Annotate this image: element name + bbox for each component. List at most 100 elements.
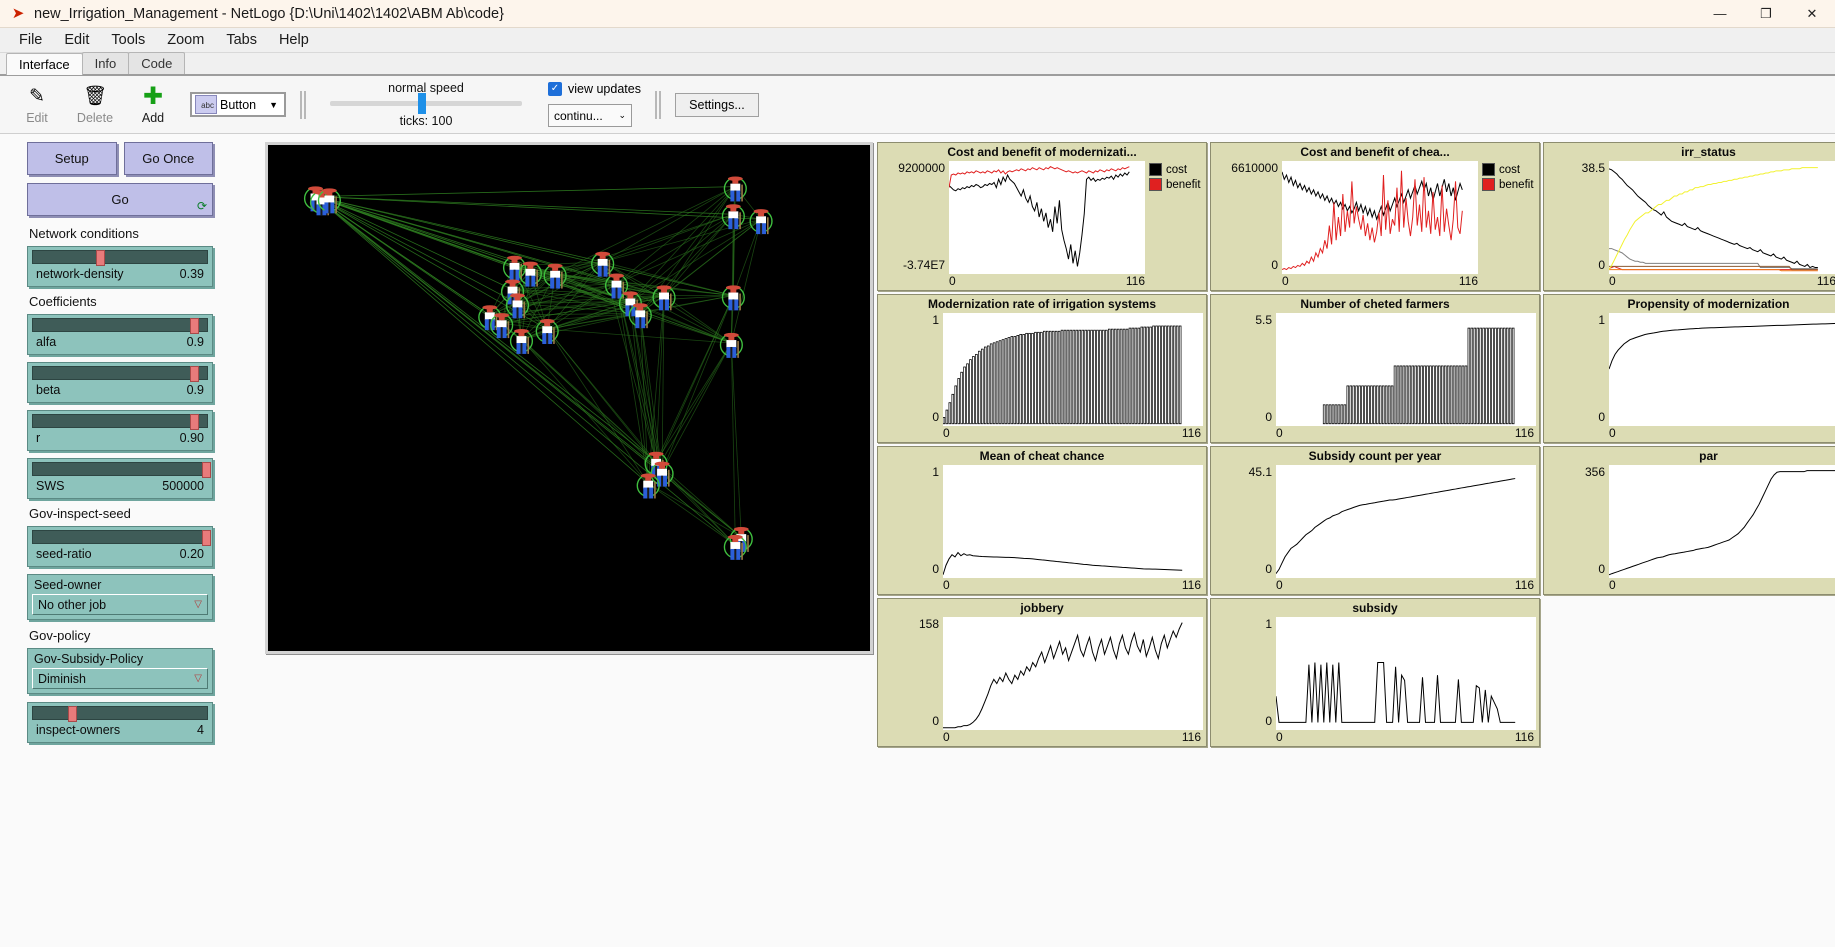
slider-thumb[interactable] (202, 530, 211, 546)
slider-track[interactable] (32, 366, 208, 380)
slider-thumb[interactable] (190, 318, 199, 334)
maximize-button[interactable]: ❐ (1743, 0, 1789, 28)
slider-thumb[interactable] (190, 366, 199, 382)
setup-go-row: Setup Go Once (27, 142, 213, 175)
slider-thumb[interactable] (190, 414, 199, 430)
slider-readout: network-density 0.39 (32, 264, 208, 281)
slider-track[interactable] (32, 462, 208, 476)
x-axis-max-label: 116 (1182, 730, 1201, 745)
plot-widget[interactable]: Modernization rate of irrigation systems… (877, 294, 1207, 443)
menu-zoom[interactable]: Zoom (156, 30, 215, 50)
slider-name: SWS (36, 479, 64, 493)
chevron-down-icon: ▽ (194, 599, 202, 610)
plot-widget[interactable]: par35600116 (1543, 446, 1835, 595)
plot-y-axis: 1580 (881, 617, 943, 730)
tab-code[interactable]: Code (128, 52, 185, 74)
slider-seed-ratio[interactable]: seed-ratio 0.20 (27, 526, 213, 567)
y-axis-min-label: 0 (932, 562, 939, 576)
menu-bar: File Edit Tools Zoom Tabs Help (0, 28, 1835, 53)
slider-thumb[interactable] (96, 250, 105, 266)
network-graph (268, 145, 870, 652)
y-axis-max-label: 5.5 (1255, 313, 1272, 327)
add-tool-label: Add (142, 111, 164, 125)
speed-slider[interactable] (330, 101, 522, 106)
x-axis-min-label: 0 (1609, 274, 1616, 289)
plot-widget[interactable]: Number of cheted farmers5.500116 (1210, 294, 1540, 443)
slider-track[interactable] (32, 250, 208, 264)
plot-legend: costbenefit (1478, 161, 1536, 274)
menu-file[interactable]: File (8, 30, 53, 50)
chooser-value: Diminish (38, 672, 86, 686)
update-mode-dropdown[interactable]: continu... ⌄ (548, 104, 632, 127)
slider-r[interactable]: r 0.90 (27, 410, 213, 451)
chooser-value-box[interactable]: No other job ▽ (32, 594, 208, 615)
edit-tool-button[interactable]: ✎ Edit (8, 84, 66, 125)
slider-network-density[interactable]: network-density 0.39 (27, 246, 213, 287)
plot-body: 10 (1214, 617, 1536, 730)
plot-widget[interactable]: Subsidy count per year45.100116 (1210, 446, 1540, 595)
minimize-button[interactable]: — (1697, 0, 1743, 28)
plot-y-axis: 45.10 (1214, 465, 1276, 578)
plot-y-axis: 10 (1214, 617, 1276, 730)
slider-sws[interactable]: SWS 500000 (27, 458, 213, 499)
slider-beta[interactable]: beta 0.9 (27, 362, 213, 403)
plot-x-axis: 0116 (1547, 426, 1835, 441)
chooser-value-box[interactable]: Diminish ▽ (32, 668, 208, 689)
y-axis-max-label: 45.1 (1249, 465, 1272, 479)
plot-widget[interactable]: jobbery15800116 (877, 598, 1207, 747)
x-axis-max-label: 116 (1817, 274, 1835, 289)
slider-readout: seed-ratio 0.20 (32, 544, 208, 561)
slider-track[interactable] (32, 706, 208, 720)
plot-canvas (943, 313, 1203, 426)
plot-widget[interactable]: Mean of cheat chance100116 (877, 446, 1207, 595)
plot-widget[interactable]: subsidy100116 (1210, 598, 1540, 747)
plot-y-axis: 5.50 (1214, 313, 1276, 426)
plot-widget[interactable]: irr_status38.501234560116 (1543, 142, 1835, 291)
widget-type-dropdown[interactable]: abc Button ▼ (190, 92, 286, 117)
plot-body: 66100000costbenefit (1214, 161, 1536, 274)
plot-y-axis: 10 (1547, 313, 1609, 426)
view-updates-checkbox-row[interactable]: ✓ view updates (548, 82, 641, 96)
x-axis-min-label: 0 (943, 730, 950, 745)
chooser-seed-owner[interactable]: Seed-owner No other job ▽ (27, 574, 213, 620)
legend-color-swatch (1482, 178, 1495, 191)
menu-tabs[interactable]: Tabs (215, 30, 268, 50)
window-title: new_Irrigation_Management - NetLogo {D:\… (34, 6, 504, 22)
plot-widget[interactable]: Cost and benefit of modernizati...920000… (877, 142, 1207, 291)
slider-track[interactable] (32, 530, 208, 544)
slider-track[interactable] (32, 414, 208, 428)
slider-value: 4 (197, 723, 204, 737)
chooser-gov-subsidy-policy[interactable]: Gov-Subsidy-Policy Diminish ▽ (27, 648, 213, 694)
slider-thumb[interactable] (68, 706, 77, 722)
checkbox-icon[interactable]: ✓ (548, 82, 562, 96)
world-view[interactable] (265, 142, 873, 654)
slider-alfa[interactable]: alfa 0.9 (27, 314, 213, 355)
slider-name: inspect-owners (36, 723, 120, 737)
settings-button[interactable]: Settings... (675, 93, 759, 117)
setup-button[interactable]: Setup (27, 142, 117, 175)
menu-help[interactable]: Help (268, 30, 320, 50)
trash-icon: 🗑 (83, 84, 107, 108)
go-button[interactable]: Go ⟳ (27, 183, 213, 216)
chooser-label: Gov-Subsidy-Policy (32, 651, 208, 668)
menu-tools[interactable]: Tools (100, 30, 156, 50)
plot-widget[interactable]: Cost and benefit of chea...66100000costb… (1210, 142, 1540, 291)
plot-widget[interactable]: Propensity of modernization100116 (1543, 294, 1835, 443)
add-tool-button[interactable]: ✚ Add (124, 84, 182, 125)
tab-interface[interactable]: Interface (6, 53, 83, 75)
delete-tool-button[interactable]: 🗑 Delete (66, 84, 124, 125)
close-button[interactable]: ✕ (1789, 0, 1835, 28)
slider-thumb[interactable] (202, 462, 211, 478)
plot-title: Modernization rate of irrigation systems (881, 297, 1203, 313)
legend-item: cost (1482, 163, 1536, 176)
menu-edit[interactable]: Edit (53, 30, 100, 50)
slider-inspect-owners[interactable]: inspect-owners 4 (27, 702, 213, 743)
go-once-button[interactable]: Go Once (124, 142, 214, 175)
chevron-down-icon: ⌄ (618, 110, 626, 121)
y-axis-max-label: 1 (932, 313, 939, 327)
plot-canvas (1276, 465, 1536, 578)
tab-info[interactable]: Info (82, 52, 130, 74)
y-axis-max-label: 1 (1598, 313, 1605, 327)
speed-slider-thumb[interactable] (418, 93, 426, 114)
slider-track[interactable] (32, 318, 208, 332)
